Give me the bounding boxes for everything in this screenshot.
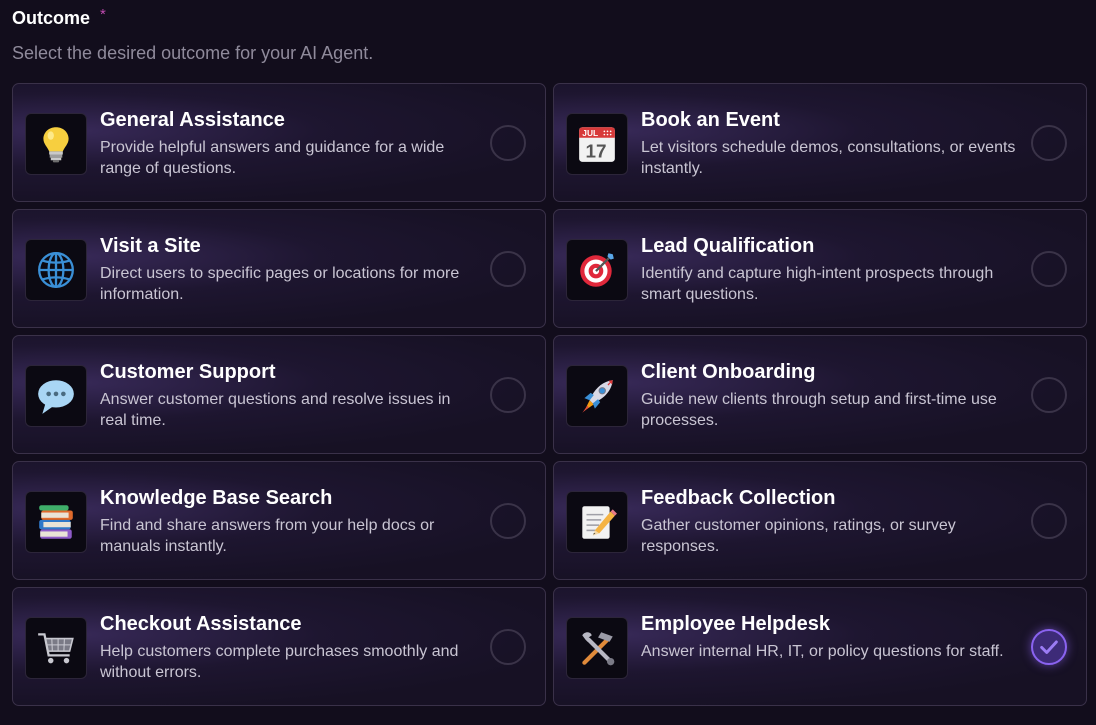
outcome-header: Outcome * xyxy=(12,6,106,29)
option-customer-support[interactable]: Customer Support Answer customer questio… xyxy=(12,335,546,454)
option-radio[interactable] xyxy=(490,125,526,161)
option-title: Client Onboarding xyxy=(641,361,816,383)
option-radio-selected[interactable] xyxy=(1031,629,1067,665)
option-radio[interactable] xyxy=(490,377,526,413)
option-description: Identify and capture high-intent prospec… xyxy=(641,265,994,303)
option-radio[interactable] xyxy=(490,251,526,287)
option-title: Lead Qualification xyxy=(641,235,815,257)
option-description: Answer customer questions and resolve is… xyxy=(100,391,451,429)
section-subtitle: Select the desired outcome for your AI A… xyxy=(12,43,374,63)
books-icon xyxy=(25,491,87,553)
option-visit-a-site[interactable]: Visit a Site Direct users to specific pa… xyxy=(12,209,546,328)
shopping-cart-icon xyxy=(25,617,87,679)
option-description: Find and share answers from your help do… xyxy=(100,517,435,555)
outcome-options-grid: General Assistance Provide helpful answe… xyxy=(12,83,1087,706)
option-radio[interactable] xyxy=(1031,377,1067,413)
option-description: Provide helpful answers and guidance for… xyxy=(100,139,445,177)
option-title: Feedback Collection xyxy=(641,487,836,509)
option-lead-qualification[interactable]: Lead Qualification Identify and capture … xyxy=(553,209,1087,328)
lightbulb-icon xyxy=(25,113,87,175)
option-description: Gather customer opinions, ratings, or su… xyxy=(641,517,956,555)
option-title: Visit a Site xyxy=(100,235,201,257)
option-radio[interactable] xyxy=(490,629,526,665)
option-description: Help customers complete purchases smooth… xyxy=(100,643,459,681)
option-employee-helpdesk[interactable]: Employee Helpdesk Answer internal HR, IT… xyxy=(553,587,1087,706)
option-book-an-event[interactable]: JUL 17 Book an Event Let visitors schedul… xyxy=(553,83,1087,202)
section-title: Outcome xyxy=(12,8,91,28)
option-title: Employee Helpdesk xyxy=(641,613,830,635)
option-title: Customer Support xyxy=(100,361,276,383)
option-description: Direct users to specific pages or locati… xyxy=(100,265,460,303)
checkmark-icon xyxy=(1040,640,1058,654)
option-title: Knowledge Base Search xyxy=(100,487,333,509)
option-title: General Assistance xyxy=(100,109,285,131)
option-general-assistance[interactable]: General Assistance Provide helpful answe… xyxy=(12,83,546,202)
option-feedback-collection[interactable]: Feedback Collection Gather customer opin… xyxy=(553,461,1087,580)
speech-bubble-icon xyxy=(25,365,87,427)
option-radio[interactable] xyxy=(1031,251,1067,287)
option-title: Checkout Assistance xyxy=(100,613,302,635)
option-radio[interactable] xyxy=(1031,125,1067,161)
tools-icon xyxy=(566,617,628,679)
option-description: Let visitors schedule demos, consultatio… xyxy=(641,139,1016,177)
calendar-icon: JUL 17 xyxy=(566,113,628,175)
option-radio[interactable] xyxy=(490,503,526,539)
memo-icon xyxy=(566,491,628,553)
calendar-month: JUL xyxy=(582,128,598,138)
option-description: Answer internal HR, IT, or policy questi… xyxy=(641,643,1004,660)
option-checkout-assistance[interactable]: Checkout Assistance Help customers compl… xyxy=(12,587,546,706)
option-client-onboarding[interactable]: Client Onboarding Guide new clients thro… xyxy=(553,335,1087,454)
calendar-day: 17 xyxy=(585,142,606,163)
option-title: Book an Event xyxy=(641,109,780,131)
option-description: Guide new clients through setup and firs… xyxy=(641,391,997,429)
rocket-icon xyxy=(566,365,628,427)
target-icon xyxy=(566,239,628,301)
option-radio[interactable] xyxy=(1031,503,1067,539)
globe-icon xyxy=(25,239,87,301)
option-knowledge-base-search[interactable]: Knowledge Base Search Find and share ans… xyxy=(12,461,546,580)
required-asterisk: * xyxy=(100,6,106,23)
